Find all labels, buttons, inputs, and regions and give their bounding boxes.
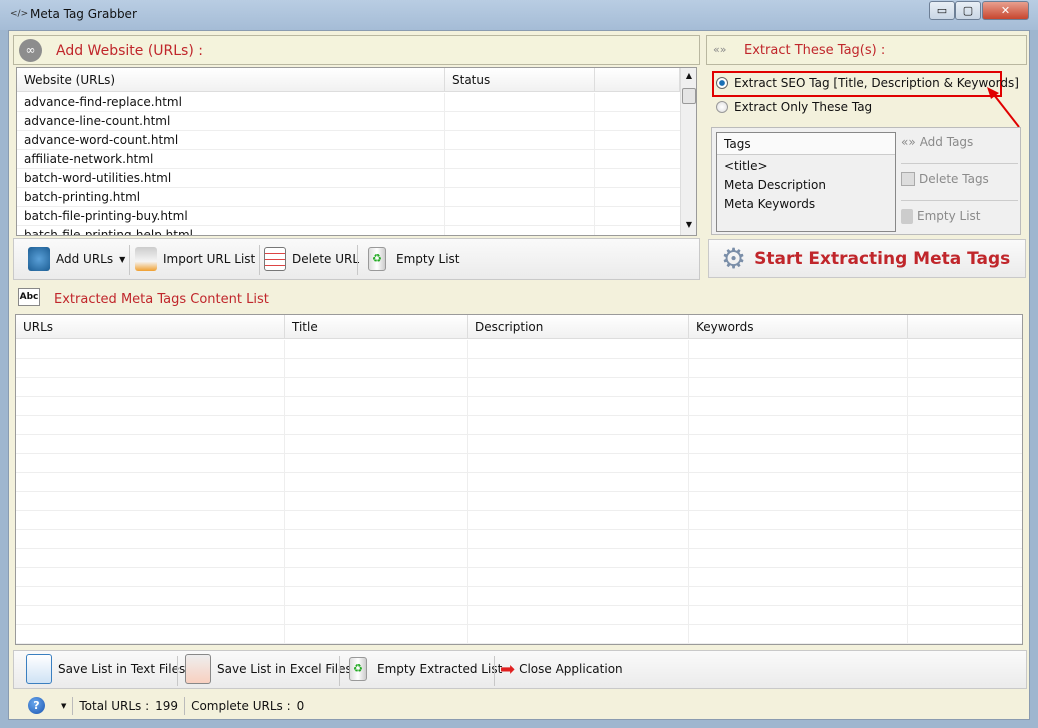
column-header-title[interactable]: Title	[285, 315, 468, 339]
url-list[interactable]: Website (URLs) Status advance-find-repla…	[16, 67, 697, 236]
url-list-row[interactable]: batch-file-printing-buy.html	[17, 207, 680, 226]
url-toolbar: Add URLs ▼ Import URL List Delete URL ♻ Em…	[13, 238, 700, 280]
column-header-keywords[interactable]: Keywords	[689, 315, 908, 339]
dropdown-arrow-icon[interactable]: ▼	[119, 255, 125, 264]
complete-urls-value: 0	[296, 698, 305, 713]
empty-tags-button[interactable]: Empty List	[901, 209, 981, 224]
help-dropdown-icon[interactable]: ▼	[61, 702, 66, 710]
empty-extracted-button[interactable]: ♻ Empty Extracted List	[349, 654, 502, 684]
scroll-thumb[interactable]	[682, 88, 696, 104]
total-urls-label: Total URLs :	[79, 698, 150, 713]
link-icon: ∞	[19, 39, 42, 62]
add-urls-button[interactable]: Add URLs ▼	[28, 244, 125, 274]
tag-brackets-icon: «»	[901, 135, 916, 149]
add-tags-button[interactable]: «» Add Tags	[901, 135, 973, 149]
scroll-up-icon[interactable]: ▲	[682, 71, 696, 80]
close-window-button[interactable]: ✕	[982, 1, 1029, 20]
minimize-button[interactable]: ▭	[929, 1, 955, 20]
save-text-icon	[26, 654, 52, 684]
complete-urls-label: Complete URLs :	[191, 698, 291, 713]
globe-icon	[28, 247, 50, 271]
column-header-description[interactable]: Description	[468, 315, 689, 339]
add-website-header: ∞ Add Website (URLs) :	[13, 35, 700, 65]
delete-table-icon	[901, 172, 915, 186]
column-header-empty	[595, 68, 680, 92]
red-arrow-annotation	[987, 87, 1020, 128]
exit-door-icon: ➡	[500, 658, 516, 680]
column-header-urls[interactable]: URLs	[16, 315, 285, 339]
save-excel-button[interactable]: Save List in Excel Files	[185, 654, 352, 684]
radio-unselected-icon[interactable]	[716, 101, 728, 113]
close-application-button[interactable]: ➡ Close Application	[500, 654, 623, 684]
url-list-row[interactable]: affiliate-network.html	[17, 150, 680, 169]
radio-extract-seo[interactable]: Extract SEO Tag [Title, Description & Ke…	[716, 76, 1019, 90]
app-icon: </>	[10, 9, 29, 19]
radio-extract-only[interactable]: Extract Only These Tag	[716, 100, 872, 114]
tags-panel: Tags <title> Meta Description Meta Keyword…	[711, 127, 1021, 235]
delete-table-icon	[264, 247, 286, 271]
tag-brackets-icon: «»	[713, 43, 727, 56]
tag-list-item[interactable]: Meta Description	[724, 178, 826, 197]
tags-list[interactable]: Tags <title> Meta Description Meta Keyword…	[716, 132, 896, 232]
extracted-list-title: Extracted Meta Tags Content List	[54, 292, 269, 307]
total-urls-value: 199	[155, 698, 179, 713]
url-list-row[interactable]: advance-line-count.html	[17, 112, 680, 131]
title-bar: </> Meta Tag Grabber ▭ ▢ ✕	[0, 0, 1038, 30]
url-list-row[interactable]: batch-printing.html	[17, 188, 680, 207]
save-text-button[interactable]: Save List in Text Files	[26, 654, 185, 684]
scroll-down-icon[interactable]: ▼	[682, 220, 696, 229]
import-url-list-button[interactable]: Import URL List	[135, 244, 255, 274]
window-title: Meta Tag Grabber	[30, 7, 137, 21]
tags-column-header[interactable]: Tags	[717, 133, 895, 155]
extract-tags-header: «» Extract These Tag(s) :	[706, 35, 1027, 65]
empty-list-button[interactable]: ♻ Empty List	[368, 244, 460, 274]
import-icon	[135, 247, 157, 271]
abc-icon: Abc	[18, 288, 40, 306]
extract-tags-title: Extract These Tag(s) :	[744, 43, 886, 58]
radio-selected-icon[interactable]	[716, 77, 728, 89]
maximize-button[interactable]: ▢	[955, 1, 981, 20]
recycle-icon	[901, 209, 913, 224]
help-icon[interactable]: ?	[28, 697, 45, 714]
add-website-title: Add Website (URLs) :	[56, 43, 203, 59]
url-list-row[interactable]: batch-file-printing-help.html	[17, 226, 680, 235]
url-list-row[interactable]: advance-find-replace.html	[17, 93, 680, 112]
tag-list-item[interactable]: <title>	[724, 159, 826, 178]
url-list-scrollbar[interactable]: ▲ ▼	[680, 68, 696, 235]
status-bar: ? ▼ Total URLs : 199 Complete URLs : 0	[13, 693, 1027, 718]
delete-tags-button[interactable]: Delete Tags	[901, 172, 989, 186]
extracted-table[interactable]: URLs Title Description Keywords	[15, 314, 1023, 645]
recycle-icon: ♻	[349, 657, 367, 681]
column-header-url[interactable]: Website (URLs)	[17, 68, 445, 92]
bottom-toolbar: Save List in Text Files Save List in Exc…	[13, 650, 1027, 689]
url-list-row[interactable]: batch-word-utilities.html	[17, 169, 680, 188]
url-list-row[interactable]: advance-word-count.html	[17, 131, 680, 150]
tag-list-item[interactable]: Meta Keywords	[724, 197, 826, 216]
start-extracting-button[interactable]: ⚙ Start Extracting Meta Tags	[708, 239, 1026, 278]
column-header-status[interactable]: Status	[445, 68, 595, 92]
save-excel-icon	[185, 654, 211, 684]
delete-url-button[interactable]: Delete URL	[264, 244, 359, 274]
recycle-icon: ♻	[368, 247, 386, 271]
gear-icon: ⚙	[721, 241, 747, 275]
